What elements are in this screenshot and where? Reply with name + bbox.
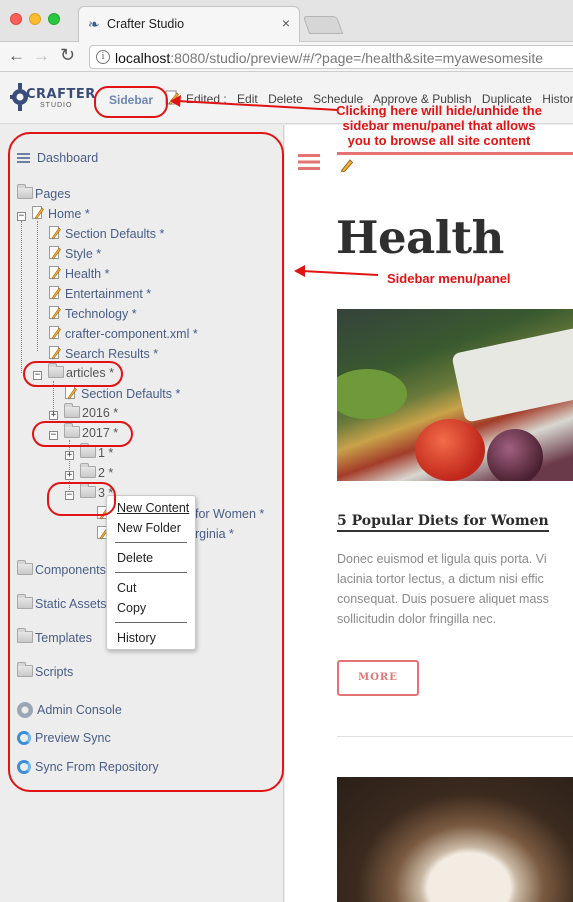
forward-arrow-icon[interactable]: → <box>33 46 50 66</box>
article-divider <box>337 736 573 737</box>
edited-label: Edited : <box>186 92 227 106</box>
edit-action[interactable]: Edit <box>237 92 258 106</box>
annotation-toggle-note: Clicking here will hide/unhide the sideb… <box>336 103 542 148</box>
plate-shape <box>451 325 573 423</box>
new-tab-button[interactable] <box>302 16 344 34</box>
annotation-panel-note: Sidebar menu/panel <box>387 271 511 286</box>
logo-text: CRAFTER <box>26 87 96 102</box>
url-text: localhost:8080/studio/preview/#/?page=/h… <box>115 50 543 66</box>
menu-hamburger-icon[interactable] <box>298 154 320 170</box>
back-arrow-icon[interactable]: ← <box>8 46 25 66</box>
tab-close-icon[interactable]: × <box>282 15 290 31</box>
leaf-shape <box>337 369 407 419</box>
tomato-shape <box>415 419 485 481</box>
article-title-link[interactable]: 5 Popular Diets for Women <box>337 513 549 532</box>
page-title: Health <box>336 211 504 264</box>
logo-subtext: STUDIO <box>40 102 73 109</box>
url-host: localhost <box>115 50 171 66</box>
article-image-coffee[interactable] <box>337 777 573 902</box>
more-button[interactable]: MORE <box>337 660 419 696</box>
reload-icon[interactable]: ↻ <box>60 45 75 66</box>
annotation-oval-month-3 <box>47 482 116 516</box>
onion-shape <box>487 429 543 481</box>
tab-title: Crafter Studio <box>107 17 185 31</box>
delete-action[interactable]: Delete <box>268 92 303 106</box>
browser-toolbar: ← → ↻ i localhost:8080/studio/preview/#/… <box>0 42 573 72</box>
annotation-oval-sidebar-panel <box>8 132 284 792</box>
article-excerpt: Donec euismod et ligula quis porta. Vi l… <box>337 549 573 629</box>
history-action[interactable]: History <box>542 92 573 106</box>
url-path: :8080/studio/preview/#/?page=/health&sit… <box>170 50 544 66</box>
site-info-icon[interactable]: i <box>96 50 110 64</box>
excerpt-line: sollicitudin dolor fringilla nec. <box>337 612 497 626</box>
browser-tab[interactable]: ❧ Crafter Studio × <box>78 6 300 42</box>
excerpt-line: Donec euismod et ligula quis porta. Vi <box>337 552 547 566</box>
window-zoom-button[interactable] <box>48 13 60 25</box>
annotation-oval-2017 <box>32 421 133 447</box>
excerpt-line: lacinia tortor lectus, a dictum nisi eff… <box>337 572 544 586</box>
address-bar[interactable]: i localhost:8080/studio/preview/#/?page=… <box>89 45 573 69</box>
browser-titlebar: ❧ Crafter Studio × <box>0 0 573 42</box>
annotation-oval-articles <box>23 361 123 387</box>
header-rule <box>337 152 573 155</box>
article-image[interactable] <box>337 309 573 481</box>
window-close-button[interactable] <box>10 13 22 25</box>
excerpt-line: consequat. Duis posuere aliquet mass <box>337 592 549 606</box>
window-minimize-button[interactable] <box>29 13 41 25</box>
edit-pencil-icon[interactable] <box>340 158 354 172</box>
annotation-oval-sidebar-toggle <box>94 86 168 118</box>
preview-pane: Health 5 Popular Diets for Women Donec e… <box>285 125 573 902</box>
crafter-studio-logo[interactable]: CRAFTER STUDIO <box>10 78 95 118</box>
crafter-favicon-icon: ❧ <box>88 16 100 32</box>
